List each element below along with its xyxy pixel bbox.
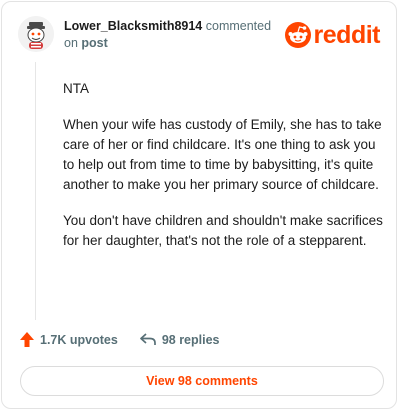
upvote-arrow-icon xyxy=(20,332,34,347)
comment-card: Lower_Blacksmith8914 commented on post r… xyxy=(1,1,397,409)
post-link[interactable]: post xyxy=(81,36,107,50)
username-link[interactable]: Lower_Blacksmith8914 xyxy=(64,19,202,33)
reddit-wordmark: reddit xyxy=(313,21,381,49)
reply-arrow-icon xyxy=(139,333,156,345)
user-avatar[interactable] xyxy=(18,16,54,52)
comment-paragraph: You don't have children and shouldn't ma… xyxy=(63,213,383,248)
on-text: on xyxy=(64,36,78,50)
reply-count: 98 replies xyxy=(161,332,220,347)
action-text: commented xyxy=(205,19,272,33)
comment-paragraph: When your wife has custody of Emily, she… xyxy=(63,117,382,192)
comment-paragraph: NTA xyxy=(63,81,89,96)
comment-actions: 1.7K upvotes 98 replies xyxy=(20,332,220,347)
reddit-logo[interactable]: reddit xyxy=(284,21,381,49)
replies-button[interactable]: 98 replies xyxy=(139,332,220,347)
upvote-count: 1.7K upvotes xyxy=(40,332,118,347)
avatar-illustration-icon xyxy=(18,16,54,52)
reddit-snoo-icon xyxy=(284,22,311,48)
upvote-button[interactable]: 1.7K upvotes xyxy=(20,332,118,347)
comment-body: NTA When your wife has custody of Emily,… xyxy=(63,79,383,267)
comment-header: Lower_Blacksmith8914 commented on post xyxy=(64,18,271,52)
view-comments-button[interactable]: View 98 comments xyxy=(20,366,384,396)
thread-line xyxy=(35,62,36,320)
